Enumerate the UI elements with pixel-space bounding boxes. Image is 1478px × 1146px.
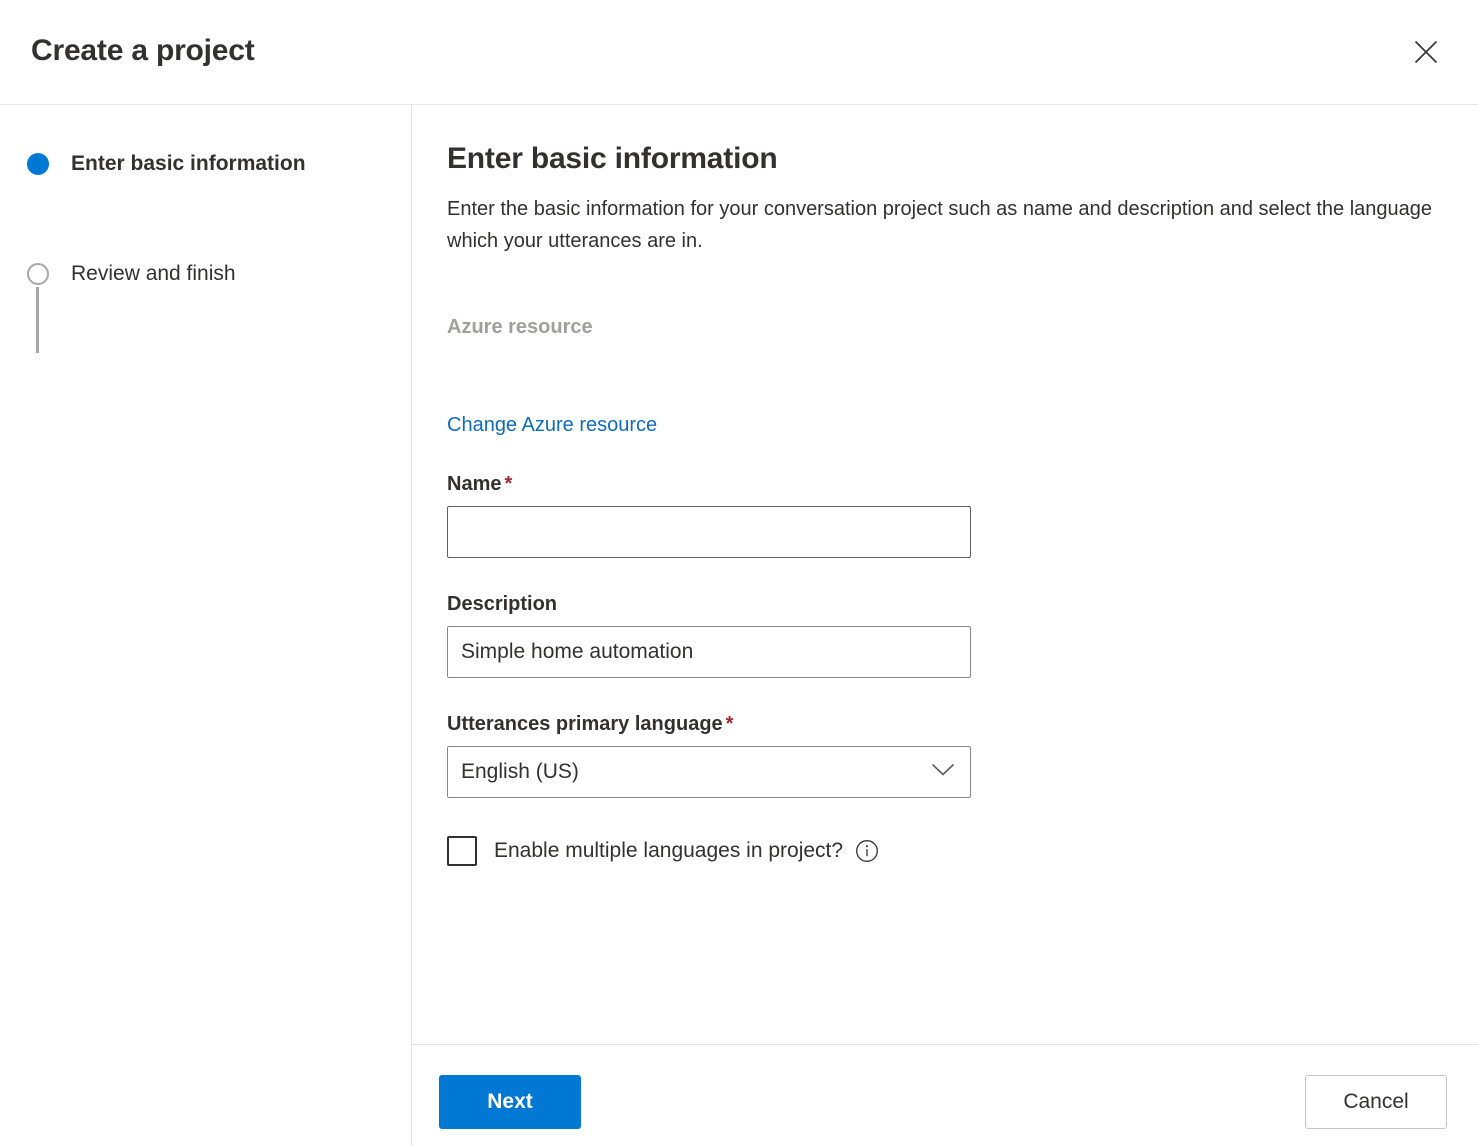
description-field-group: Description (447, 591, 1438, 678)
content-heading: Enter basic information (447, 139, 1438, 179)
wizard-step-label: Review and finish (71, 260, 236, 288)
info-icon[interactable] (855, 839, 879, 863)
step-marker-inactive-icon (27, 263, 49, 285)
name-label: Name* (447, 471, 1438, 497)
footer-divider (412, 1044, 1478, 1045)
name-input[interactable] (447, 506, 971, 558)
language-label-text: Utterances primary language (447, 713, 723, 735)
next-button[interactable]: Next (439, 1075, 581, 1129)
dialog-header: Create a project (0, 0, 1478, 105)
footer-rail-divider (411, 1044, 412, 1146)
description-label: Description (447, 591, 1438, 617)
language-select-wrapper[interactable] (447, 746, 971, 798)
name-label-text: Name (447, 473, 501, 495)
dialog-footer: Next Cancel (0, 1044, 1478, 1146)
name-field-group: Name* (447, 471, 1438, 558)
content-description: Enter the basic information for your con… (447, 193, 1438, 257)
cancel-button[interactable]: Cancel (1305, 1075, 1447, 1129)
language-field-group: Utterances primary language* (447, 711, 1438, 798)
dialog-body: Enter basic information Review and finis… (0, 105, 1478, 1044)
enable-multiple-languages-checkbox[interactable] (447, 836, 477, 866)
step-marker-active-icon (27, 153, 49, 175)
change-azure-resource-link[interactable]: Change Azure resource (447, 412, 657, 438)
name-required-asterisk: * (504, 473, 512, 495)
language-select[interactable] (447, 746, 971, 798)
close-icon (1413, 39, 1439, 65)
close-button[interactable] (1404, 30, 1448, 74)
description-input[interactable] (447, 626, 971, 678)
create-project-dialog: Create a project Enter basic information… (0, 0, 1478, 1146)
language-label: Utterances primary language* (447, 711, 1438, 737)
wizard-step-review-and-finish[interactable]: Review and finish (0, 260, 411, 288)
enable-multiple-languages-label: Enable multiple languages in project? (494, 837, 843, 865)
azure-resource-label: Azure resource (447, 314, 1438, 340)
enable-multiple-languages-row[interactable]: Enable multiple languages in project? (447, 836, 1438, 866)
wizard-steps: Enter basic information Review and finis… (0, 105, 412, 1044)
language-required-asterisk: * (726, 713, 734, 735)
content-pane: Enter basic information Enter the basic … (412, 105, 1478, 1044)
wizard-step-label: Enter basic information (71, 150, 306, 178)
page-title: Create a project (31, 30, 255, 72)
step-connector-line (36, 287, 39, 353)
wizard-step-enter-basic-information[interactable]: Enter basic information (0, 150, 411, 178)
